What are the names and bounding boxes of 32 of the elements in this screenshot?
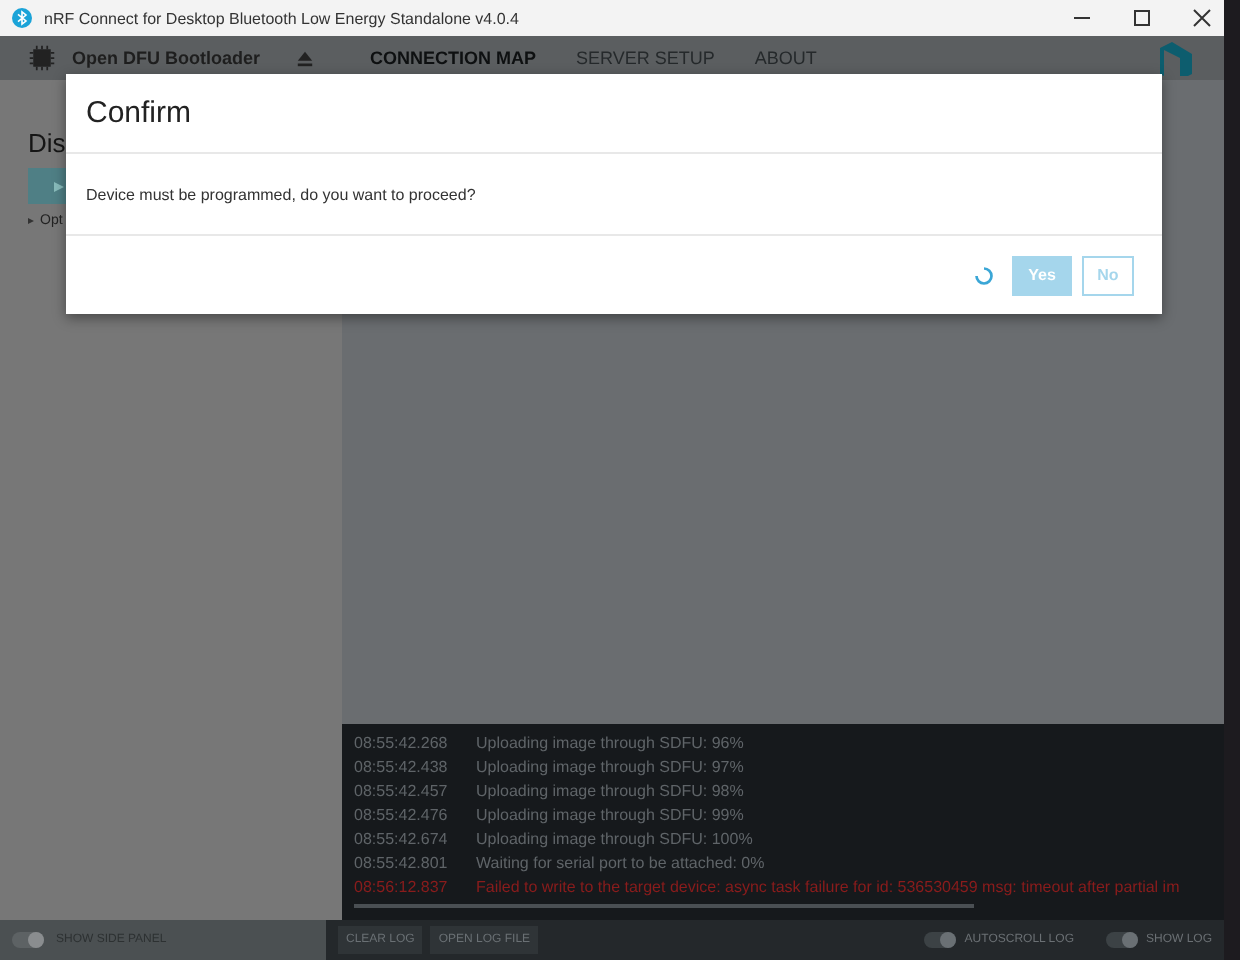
log-message: Uploading image through SDFU: 96% bbox=[476, 733, 744, 751]
eject-icon[interactable] bbox=[296, 49, 314, 67]
nav-tab[interactable]: CONNECTION MAP bbox=[358, 48, 548, 68]
log-message: Uploading image through SDFU: 98% bbox=[476, 781, 744, 799]
log-message: Failed to write to the target device: async task failure for id: 536530459 msg: timeout after partial im bbox=[476, 877, 1180, 895]
scrollbar[interactable] bbox=[354, 904, 974, 908]
log-message: Uploading image through SDFU: 99% bbox=[476, 805, 744, 823]
log-time: 08:55:42.476 bbox=[354, 805, 450, 823]
sidebar-heading: Dis bbox=[28, 128, 68, 158]
log-time: 08:55:42.457 bbox=[354, 781, 450, 799]
log-time: 08:55:42.801 bbox=[354, 853, 450, 871]
expand-icon bbox=[28, 218, 34, 224]
log-time: 08:55:42.438 bbox=[354, 757, 450, 775]
toggle-switch[interactable] bbox=[924, 932, 957, 948]
window-title: nRF Connect for Desktop Bluetooth Low Energy Standalone v4.0.4 bbox=[44, 9, 519, 27]
log-time: 08:56:12.837 bbox=[354, 877, 450, 895]
log-time: 08:55:42.268 bbox=[354, 733, 450, 751]
device-name[interactable]: Open DFU Bootloader bbox=[72, 48, 260, 68]
close-icon[interactable] bbox=[1192, 8, 1212, 28]
log-message: Uploading image through SDFU: 97% bbox=[476, 757, 744, 775]
log-time: 08:55:42.674 bbox=[354, 829, 450, 847]
chip-icon bbox=[28, 44, 56, 72]
maximize-icon[interactable] bbox=[1132, 8, 1152, 28]
log-message: Uploading image through SDFU: 100% bbox=[476, 829, 753, 847]
bluetooth-icon bbox=[12, 8, 32, 28]
log-message: Waiting for serial port to be attached: 0% bbox=[476, 853, 765, 871]
dialog-message: Device must be programmed, do you want to proceed? bbox=[86, 185, 476, 203]
toggle-switch[interactable] bbox=[1105, 932, 1138, 948]
play-icon bbox=[53, 181, 63, 191]
toggle-switch[interactable] bbox=[12, 932, 44, 948]
logo-icon bbox=[1156, 40, 1196, 76]
dialog-title: Confirm bbox=[66, 74, 1162, 154]
